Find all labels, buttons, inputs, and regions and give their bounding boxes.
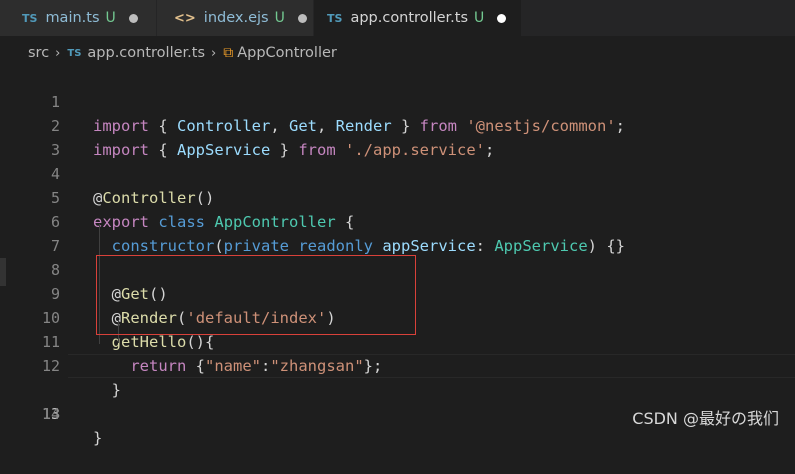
highlight-annotation-box <box>96 255 416 335</box>
breadcrumb-file[interactable]: app.controller.ts <box>87 45 205 61</box>
chevron-right-icon: › <box>55 45 61 61</box>
code-line[interactable]: 14 <box>0 378 795 423</box>
code-line[interactable]: 5 export class AppController { <box>0 162 795 231</box>
tab-bar: TS main.ts U <> index.ejs U TS app.contr… <box>0 0 795 36</box>
code-line[interactable]: 4 @Controller() <box>0 138 795 207</box>
glyph-margin-marker <box>0 258 6 286</box>
tab-app-controller-ts[interactable]: TS app.controller.ts U <box>314 0 522 36</box>
code-line[interactable]: 1 import { Controller, Get, Render } fro… <box>0 66 795 135</box>
code-line-current[interactable]: 13 } <box>0 354 795 447</box>
tab-label: app.controller.ts <box>350 10 469 26</box>
line-number: 14 <box>41 405 60 423</box>
chevron-right-icon: › <box>211 45 217 61</box>
code-line[interactable]: 6 constructor(private readonly appServic… <box>0 186 795 255</box>
unsaved-dot-icon[interactable] <box>497 13 507 23</box>
breadcrumb-symbol[interactable]: AppController <box>237 45 337 61</box>
current-line-highlight <box>68 354 795 378</box>
unsaved-dot-icon[interactable] <box>128 13 138 23</box>
class-symbol-icon: ⧉ <box>223 45 234 61</box>
tab-main-ts[interactable]: TS main.ts U <box>0 0 157 36</box>
untracked-badge: U <box>105 10 116 26</box>
ejs-file-icon: <> <box>174 10 196 26</box>
untracked-badge: U <box>274 10 285 26</box>
breadcrumb-folder[interactable]: src <box>28 45 49 61</box>
unsaved-dot-icon[interactable] <box>297 13 307 23</box>
code-token: } <box>93 429 103 447</box>
untracked-badge: U <box>474 10 485 26</box>
typescript-icon: TS <box>22 11 38 25</box>
typescript-icon: TS <box>67 47 82 59</box>
code-line[interactable]: 2 import { AppService } from './app.serv… <box>0 90 795 159</box>
watermark: CSDN @最好の我们 <box>632 409 779 428</box>
code-line[interactable]: 3 <box>0 114 795 159</box>
tab-label: index.ejs <box>203 10 269 26</box>
tab-label: main.ts <box>45 10 100 26</box>
tab-index-ejs[interactable]: <> index.ejs U <box>157 0 314 36</box>
breadcrumb: src › TS app.controller.ts › ⧉ AppContro… <box>0 40 795 66</box>
code-line[interactable]: 7 <box>0 210 795 255</box>
typescript-icon: TS <box>327 11 343 25</box>
code-editor[interactable]: 1 import { Controller, Get, Render } fro… <box>0 66 795 447</box>
